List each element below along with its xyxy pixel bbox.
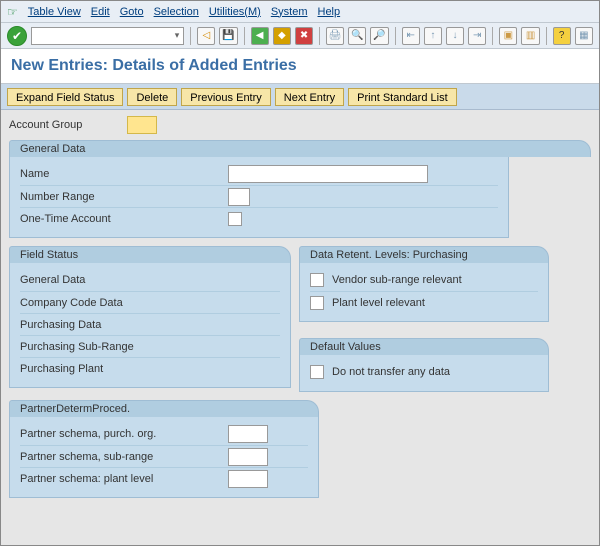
field-status-item[interactable]: Purchasing Sub-Range (20, 341, 134, 353)
partner-sub-range-field[interactable] (228, 448, 268, 466)
next-entry-button[interactable]: Next Entry (275, 88, 344, 106)
toolbar-sep (395, 27, 396, 45)
prev-page-icon[interactable]: ↑ (424, 27, 442, 45)
content-area: Account Group General Data Name Number R… (1, 110, 599, 545)
find-next-icon[interactable]: 🔎 (370, 27, 388, 45)
print-icon[interactable]: 🖨 (326, 27, 344, 45)
toolbar-sep (546, 27, 547, 45)
menubar: ☞ Table View Edit Goto Selection Utiliti… (1, 1, 599, 23)
action-bar: Expand Field Status Delete Previous Entr… (1, 84, 599, 110)
command-field[interactable] (31, 27, 184, 45)
delete-button[interactable]: Delete (127, 88, 177, 106)
account-group-field[interactable] (127, 116, 157, 134)
page-title: New Entries: Details of Added Entries (11, 57, 589, 75)
vendor-subrange-label: Vendor sub-range relevant (332, 274, 462, 286)
print-standard-list-button[interactable]: Print Standard List (348, 88, 457, 106)
partner-plant-level-label: Partner schema: plant level (20, 473, 220, 485)
general-data-title: General Data (9, 140, 591, 157)
enter-button[interactable]: ✔ (7, 26, 27, 46)
plant-level-label: Plant level relevant (332, 297, 425, 309)
plant-level-checkbox[interactable] (310, 296, 324, 310)
field-status-item[interactable]: Company Code Data (20, 297, 123, 309)
general-data-group: Name Number Range One-Time Account (9, 157, 509, 238)
menu-table-view[interactable]: Table View (28, 6, 81, 18)
partner-title: PartnerDetermProced. (9, 400, 319, 417)
back-icon[interactable]: ◀ (251, 27, 269, 45)
partner-sub-range-label: Partner schema, sub-range (20, 451, 220, 463)
first-page-icon[interactable]: ⇤ (402, 27, 420, 45)
one-time-account-label: One-Time Account (20, 213, 220, 225)
next-page-icon[interactable]: ↓ (446, 27, 464, 45)
new-session-icon[interactable]: ▣ (499, 27, 517, 45)
field-status-title: Field Status (9, 246, 291, 263)
default-values-title: Default Values (299, 338, 549, 355)
menu-goto[interactable]: Goto (120, 6, 144, 18)
previous-entry-button[interactable]: Previous Entry (181, 88, 271, 106)
account-group-row: Account Group (9, 116, 591, 134)
name-label: Name (20, 168, 220, 180)
field-status-item[interactable]: Purchasing Data (20, 319, 101, 331)
menu-selection[interactable]: Selection (154, 6, 199, 18)
title-band: New Entries: Details of Added Entries (1, 49, 599, 84)
save-button-icon[interactable]: 💾 (219, 27, 237, 45)
one-time-account-checkbox[interactable] (228, 212, 242, 226)
app-menu-icon[interactable]: ☞ (7, 5, 18, 19)
toolbar-sep (492, 27, 493, 45)
number-range-field[interactable] (228, 188, 250, 206)
partner-purch-org-label: Partner schema, purch. org. (20, 428, 220, 440)
help-icon[interactable]: ? (553, 27, 571, 45)
expand-field-status-button[interactable]: Expand Field Status (7, 88, 123, 106)
default-values-group: Do not transfer any data (299, 355, 549, 392)
partner-group: Partner schema, purch. org. Partner sche… (9, 417, 319, 498)
sap-window: ☞ Table View Edit Goto Selection Utiliti… (0, 0, 600, 546)
account-group-label: Account Group (9, 119, 119, 131)
last-page-icon[interactable]: ⇥ (468, 27, 486, 45)
exit-icon[interactable]: ◆ (273, 27, 291, 45)
menu-system[interactable]: System (271, 6, 308, 18)
layout-icon[interactable]: ▦ (575, 27, 593, 45)
partner-plant-level-field[interactable] (228, 470, 268, 488)
data-retent-title: Data Retent. Levels: Purchasing (299, 246, 549, 263)
toolbar-sep (190, 27, 191, 45)
toolbar: ✔ ◁ 💾 ◀ ◆ ✖ 🖨 🔍 🔎 ⇤ ↑ ↓ ⇥ ▣ ▥ ? ▦ (1, 23, 599, 49)
field-status-group: General Data Company Code Data Purchasin… (9, 263, 291, 388)
find-icon[interactable]: 🔍 (348, 27, 366, 45)
save-icon[interactable]: ◁ (197, 27, 215, 45)
data-retent-group: Vendor sub-range relevant Plant level re… (299, 263, 549, 322)
partner-purch-org-field[interactable] (228, 425, 268, 443)
vendor-subrange-checkbox[interactable] (310, 273, 324, 287)
field-status-item[interactable]: General Data (20, 274, 85, 286)
number-range-label: Number Range (20, 191, 220, 203)
menu-help[interactable]: Help (318, 6, 341, 18)
no-transfer-checkbox[interactable] (310, 365, 324, 379)
toolbar-sep (319, 27, 320, 45)
no-transfer-label: Do not transfer any data (332, 366, 450, 378)
name-field[interactable] (228, 165, 428, 183)
shortcut-icon[interactable]: ▥ (521, 27, 539, 45)
toolbar-sep (244, 27, 245, 45)
cancel-icon[interactable]: ✖ (295, 27, 313, 45)
field-status-item[interactable]: Purchasing Plant (20, 363, 103, 375)
menu-edit[interactable]: Edit (91, 6, 110, 18)
menu-utilities[interactable]: Utilities(M) (209, 6, 261, 18)
